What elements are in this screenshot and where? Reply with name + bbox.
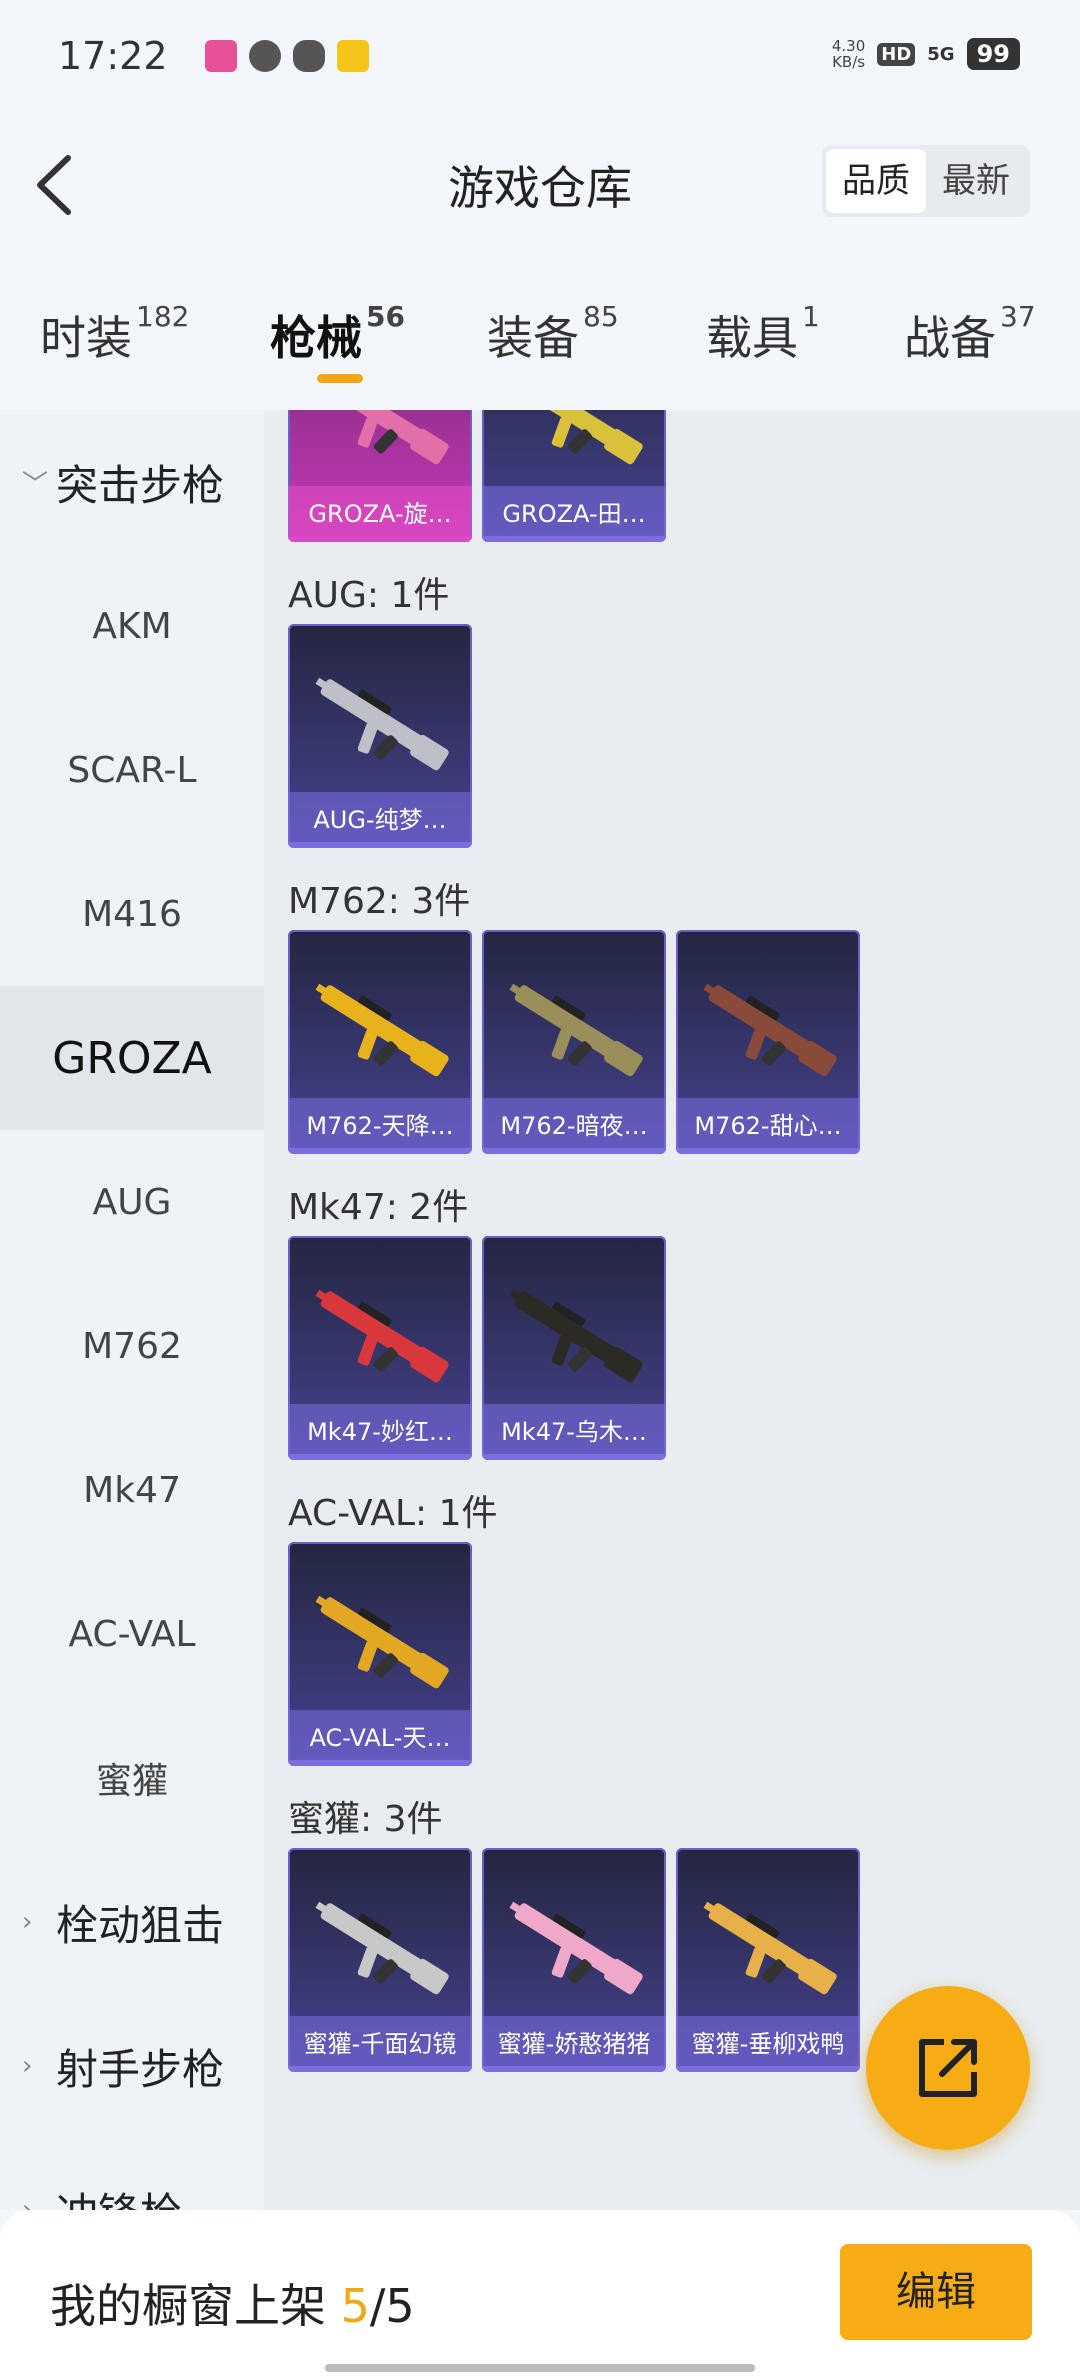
skin-name: M762-天降… (288, 1098, 472, 1154)
gun-icon (315, 983, 449, 1077)
sidebar-item-scar-l[interactable]: SCAR-L (0, 698, 264, 842)
skin-card[interactable]: AC-VAL-天… (288, 1542, 472, 1766)
tab-supplies[interactable]: 战备 37 (904, 300, 1036, 368)
status-time: 17:22 (58, 34, 168, 78)
sidebar-item-groza[interactable]: GROZA (0, 986, 264, 1130)
section-title: M762: 3件 (288, 881, 471, 922)
skin-card[interactable]: 蜜獾-娇憨猪猪 (482, 1848, 666, 2072)
sidebar-item-ac-val[interactable]: AC-VAL (0, 1562, 264, 1706)
sidebar-group-smg[interactable]: ›冲锋枪 (0, 2138, 264, 2211)
skin-card[interactable]: Mk47-妙红… (288, 1236, 472, 1460)
wechat-icon (293, 40, 325, 72)
chevron-right-icon: › (22, 2051, 33, 2081)
message-icon (249, 40, 281, 72)
sidebar-item-akm[interactable]: AKM (0, 554, 264, 698)
edit-button[interactable]: 编辑 (840, 2244, 1032, 2340)
category-tabs: 时装 182 枪械 56 装备 85 载具 1 战备 37 (0, 290, 1080, 400)
skin-card[interactable]: 蜜獾-垂柳戏鸭 (676, 1848, 860, 2072)
skin-name: 蜜獾-垂柳戏鸭 (676, 2016, 860, 2072)
skin-card[interactable]: Mk47-乌木… (482, 1236, 666, 1460)
skin-card[interactable]: M762-甜心… (676, 930, 860, 1154)
skin-name: 蜜獾-娇憨猪猪 (482, 2016, 666, 2072)
sidebar-group-bolt-sniper[interactable]: › 栓动狙击 (0, 1850, 264, 1994)
skin-name: 蜜獾-千面幻镜 (288, 2016, 472, 2072)
skin-card[interactable]: M762-暗夜… (482, 930, 666, 1154)
showcase-count: 我的橱窗上架 5/5 (50, 2279, 415, 2333)
sidebar-item-m762[interactable]: M762 (0, 1274, 264, 1418)
sidebar-item-aug[interactable]: AUG (0, 1130, 264, 1274)
skin-card[interactable]: GROZA-田… (482, 410, 666, 542)
gun-icon (509, 1289, 643, 1383)
notification-icons (205, 40, 369, 72)
skin-name: Mk47-妙红… (288, 1404, 472, 1460)
gun-icon (514, 410, 643, 465)
gun-icon (703, 983, 837, 1077)
app-notification-icon (205, 40, 237, 72)
skin-name: AC-VAL-天… (288, 1710, 472, 1766)
chevron-right-icon: › (22, 2195, 33, 2210)
section-title: Mk47: 2件 (288, 1187, 469, 1228)
skin-name: M762-暗夜… (482, 1098, 666, 1154)
gun-icon (315, 1289, 449, 1383)
skin-name: Mk47-乌木… (482, 1404, 666, 1460)
weapon-category-sidebar: ﹀ 突击步枪 AKM SCAR-L M416 GROZA AUG M762 Mk4… (0, 410, 264, 2210)
skin-name: M762-甜心… (676, 1098, 860, 1154)
gun-icon (315, 1901, 449, 1995)
gun-icon (509, 1901, 643, 1995)
tab-equipment[interactable]: 装备 85 (487, 300, 619, 368)
sort-toggle: 品质 最新 (822, 145, 1030, 217)
skin-card[interactable]: AUG-纯梦… (288, 624, 472, 848)
section-title: 蜜獾: 3件 (288, 1799, 443, 1840)
section-title: AUG: 1件 (288, 575, 450, 616)
gun-icon (703, 1901, 837, 1995)
hd-badge: HD (877, 42, 916, 66)
skin-name: GROZA-田… (482, 486, 666, 542)
home-indicator[interactable] (325, 2364, 755, 2372)
share-icon (919, 2039, 977, 2097)
gun-icon (320, 410, 449, 465)
sort-newest-button[interactable]: 最新 (926, 149, 1026, 213)
gun-icon (315, 677, 449, 771)
sidebar-item-honey-badger[interactable]: 蜜獾 (0, 1706, 264, 1850)
sidebar-item-mk47[interactable]: Mk47 (0, 1418, 264, 1562)
status-right: 4.30 KB/s HD 5G 99 (832, 38, 1020, 70)
skin-name: AUG-纯梦… (288, 792, 472, 848)
net-speed: 4.30 KB/s (831, 37, 866, 71)
share-button[interactable] (866, 1986, 1030, 2150)
section-title: AC-VAL: 1件 (288, 1493, 498, 1534)
sidebar-group-marksman[interactable]: › 射手步枪 (0, 1994, 264, 2138)
tab-vehicles[interactable]: 载具 1 (706, 300, 820, 368)
skin-card[interactable]: GROZA-旋… (288, 410, 472, 542)
sort-quality-button[interactable]: 品质 (826, 149, 926, 213)
chevron-right-icon: › (22, 1907, 33, 1937)
meituan-icon (337, 40, 369, 72)
skin-card[interactable]: 蜜獾-千面幻镜 (288, 1848, 472, 2072)
status-bar: 17:22 4.30 KB/s HD 5G 99 (0, 0, 1080, 110)
chevron-down-icon: ﹀ (22, 469, 49, 500)
sidebar-item-m416[interactable]: M416 (0, 842, 264, 986)
skin-name: GROZA-旋… (288, 486, 472, 542)
gun-icon (509, 983, 643, 1077)
signal-icon: 5G (927, 43, 955, 65)
header: 游戏仓库 品质 最新 (0, 110, 1080, 250)
skin-card[interactable]: M762-天降… (288, 930, 472, 1154)
gun-icon (315, 1595, 449, 1689)
battery-icon: 99 (966, 38, 1020, 70)
tab-fashion[interactable]: 时装 182 (40, 300, 189, 368)
tab-guns[interactable]: 枪械 56 (270, 300, 405, 368)
active-tab-indicator (317, 374, 363, 383)
bottom-bar: 我的橱窗上架 5/5 编辑 (0, 2210, 1080, 2376)
sidebar-group-assault-rifles[interactable]: ﹀ 突击步枪 (0, 410, 264, 554)
weapon-skin-list: GROZA-旋… GROZA-田… AUG: 1件 AUG-纯梦… M762: 3件 M7… (264, 410, 1080, 2210)
